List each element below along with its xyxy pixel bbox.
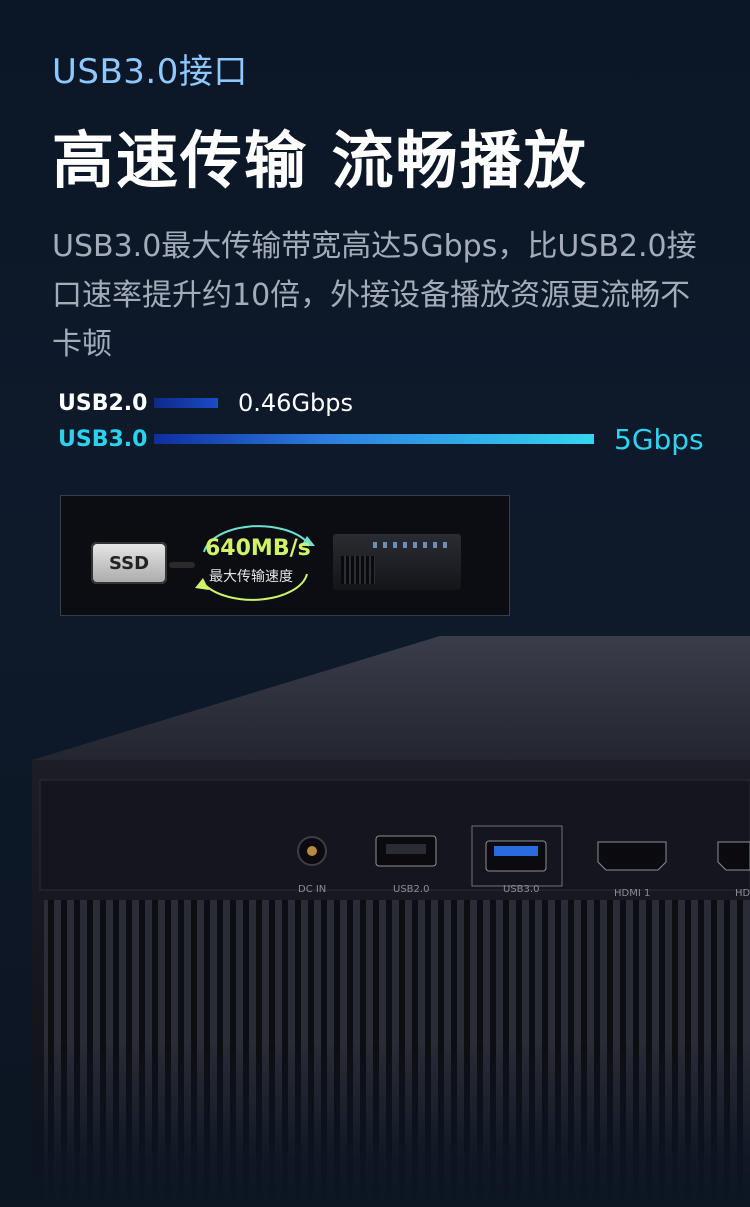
usb2-label: USB2.0 xyxy=(58,390,148,416)
usb3-value: 5Gbps xyxy=(614,422,704,456)
port-label-hdmi2: HD xyxy=(735,888,750,899)
usb3-bar-row: USB3.0 5Gbps xyxy=(58,422,704,456)
port-label-dc-in: DC IN xyxy=(298,884,327,895)
bottom-fade xyxy=(0,1040,750,1207)
usb2-bar-row: USB2.0 0.46Gbps xyxy=(58,388,353,418)
mini-device-image xyxy=(333,534,461,590)
port-label-usb2: USB2.0 xyxy=(393,884,430,895)
headline: 高速传输 流畅播放 xyxy=(52,124,588,197)
port-label-hdmi1: HDMI 1 xyxy=(614,888,651,899)
speed-card: SSD 640MB/s 最大传输速度 xyxy=(60,495,510,616)
usb3-label: USB3.0 xyxy=(58,426,148,452)
ssd-icon: SSD xyxy=(91,542,167,584)
usb2-bar xyxy=(154,398,218,408)
speed-value: 640MB/s xyxy=(205,536,311,561)
usb2-value: 0.46Gbps xyxy=(238,389,354,417)
transfer-arc-icon xyxy=(195,525,315,601)
port-label-usb3: USB3.0 xyxy=(503,884,540,895)
description: USB3.0最大传输带宽高达5Gbps，比USB2.0接口速率提升约10倍，外接… xyxy=(52,229,697,362)
eyebrow-title: USB3.0接口 xyxy=(52,52,248,92)
usb3-bar xyxy=(154,434,594,444)
speed-caption: 最大传输速度 xyxy=(209,569,293,585)
